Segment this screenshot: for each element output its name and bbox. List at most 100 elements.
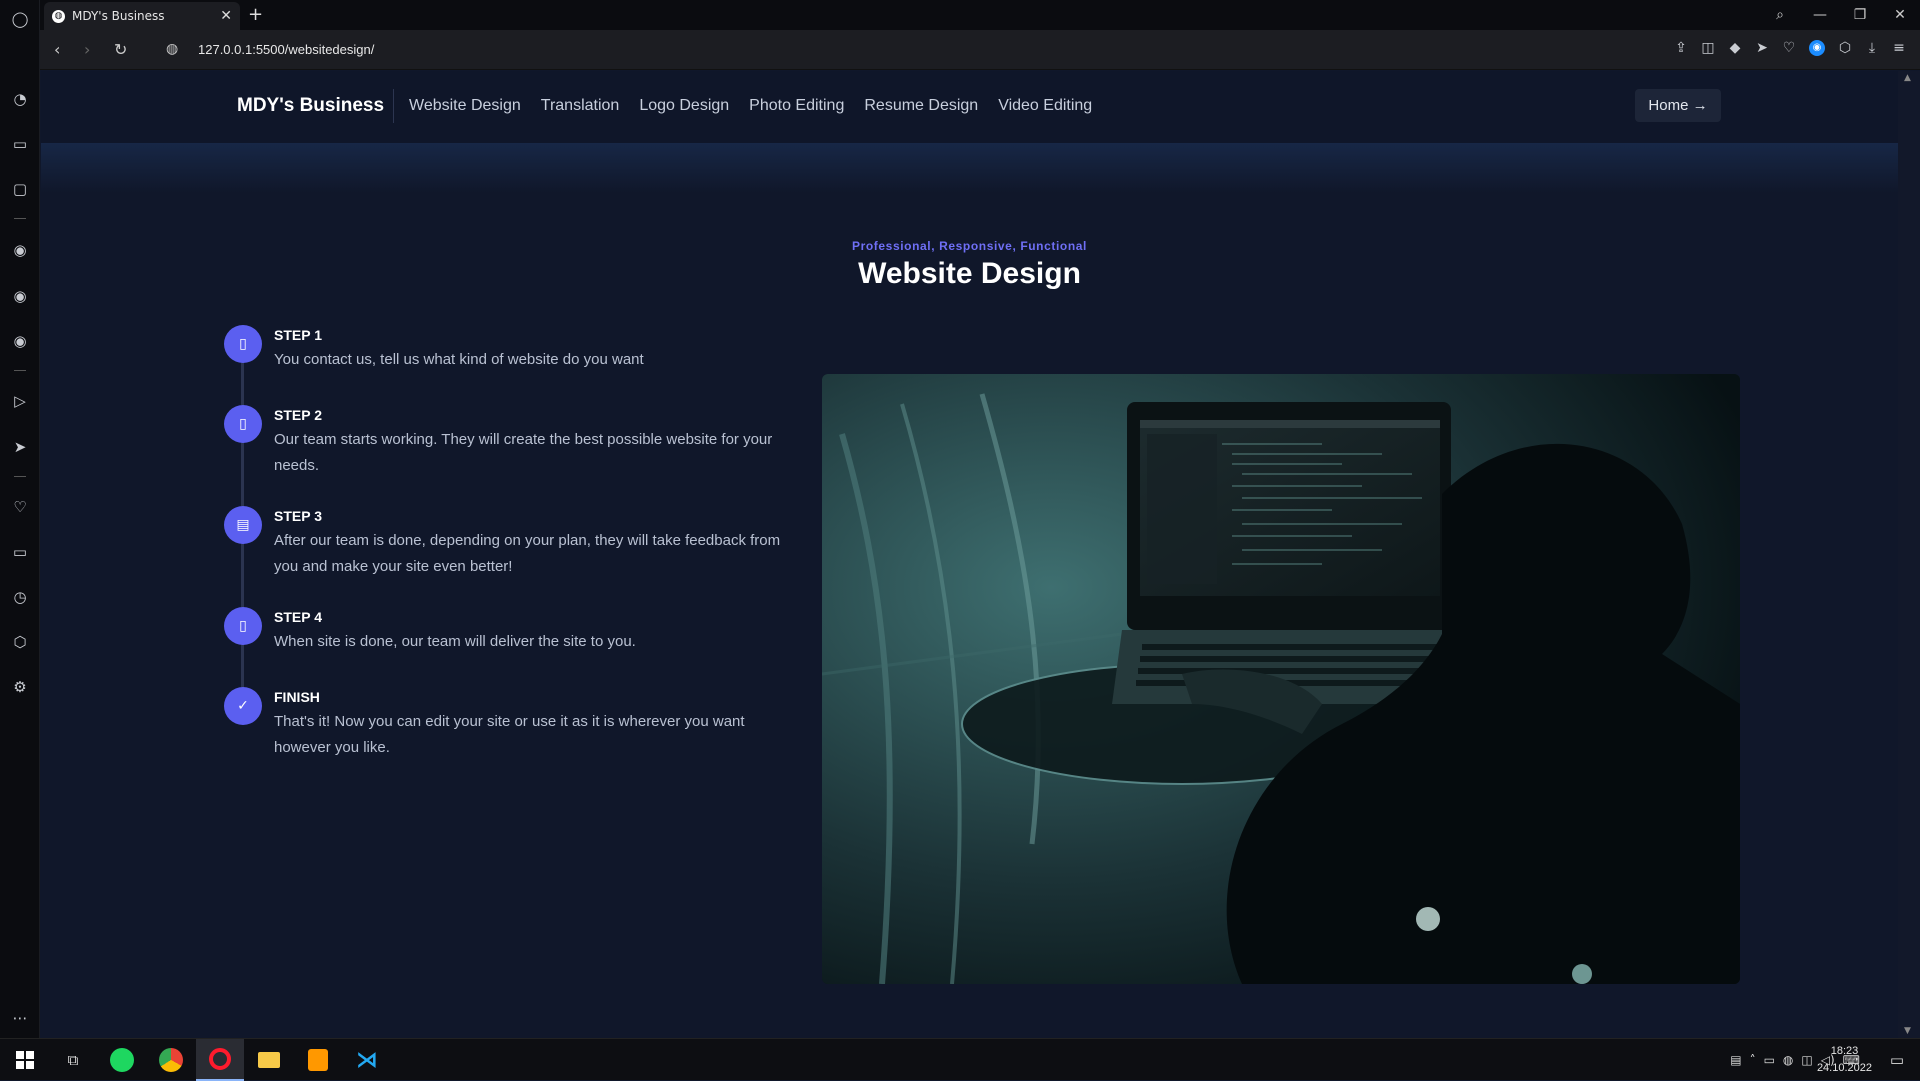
windows-start-icon[interactable]	[16, 1051, 34, 1069]
search-icon[interactable]: ⌕	[1760, 7, 1800, 23]
nav-video-editing[interactable]: Video Editing	[998, 97, 1092, 115]
step-3: ▤ STEP 3 After our team is done, dependi…	[224, 506, 780, 607]
whatsapp-icon[interactable]: ◉	[10, 286, 30, 306]
adblock-shield-icon[interactable]: ◆	[1728, 40, 1742, 56]
clock-time: 18:23	[1830, 1045, 1859, 1057]
taskbar-clock[interactable]: 18:23 24.10.2022	[1817, 1043, 1872, 1077]
site-header: MDY's Business Website Design Translatio…	[41, 71, 1898, 143]
step-text: You contact us, tell us what kind of web…	[274, 351, 644, 368]
address-bar-actions: ⇪ ◫ ◆ ➤ ♡ ◉ ⬡ ⤓ ≡	[1674, 40, 1906, 56]
timeline-line	[241, 643, 244, 687]
send-icon[interactable]: ➤	[1755, 40, 1769, 56]
brand-logo[interactable]: MDY's Business	[237, 95, 384, 117]
timeline-line	[241, 542, 244, 607]
sidebar-divider	[14, 218, 26, 219]
minimize-icon[interactable]: —	[1800, 7, 1840, 23]
opera-icon[interactable]	[196, 1039, 244, 1081]
extensions-icon[interactable]: ⬡	[1838, 40, 1852, 56]
opera-logo-icon[interactable]: ◯	[10, 9, 30, 29]
windows-taskbar: ⧉ ⋊ ▤ ˄ ▭ ◍ ◫ ◁) ⌨ 18:23 24.10.2022 ▭	[0, 1038, 1920, 1081]
send-icon[interactable]: ➤	[10, 437, 30, 457]
site-info-icon[interactable]: ◍	[166, 41, 178, 57]
laptop-photo-illustration	[822, 374, 1740, 984]
step-text: That's it! Now you can edit your site or…	[274, 713, 745, 756]
messenger-icon[interactable]: ◉	[10, 240, 30, 260]
page-title: Website Design	[858, 257, 1081, 290]
square-icon: ▯	[224, 607, 262, 645]
url-field[interactable]: 127.0.0.1:5500/websitedesign/	[198, 42, 374, 57]
nav-logo-design[interactable]: Logo Design	[639, 97, 729, 115]
clipboard-icon: ▤	[224, 506, 262, 544]
tabs-icon[interactable]: ▭	[10, 542, 30, 562]
nav-photo-editing[interactable]: Photo Editing	[749, 97, 844, 115]
steps-timeline: ▯ STEP 1 You contact us, tell us what ki…	[224, 325, 780, 767]
extensions-icon[interactable]: ⬡	[10, 632, 30, 652]
scroll-down-icon[interactable]: ▼	[1904, 1026, 1911, 1036]
clock-date: 24.10.2022	[1816, 1062, 1872, 1074]
chevron-up-icon[interactable]: ˄	[1750, 1053, 1756, 1067]
spotify-icon[interactable]	[98, 1039, 146, 1081]
tab-active[interactable]: ◍ MDY's Business ✕	[44, 2, 240, 30]
camera-icon[interactable]: ◫	[1701, 40, 1715, 56]
vscode-icon[interactable]: ⋊	[343, 1039, 391, 1081]
more-icon[interactable]: ⋯	[10, 1008, 30, 1028]
timeline-line	[241, 361, 244, 405]
network-icon[interactable]: ◍	[1783, 1053, 1793, 1067]
main-nav: Website Design Translation Logo Design P…	[409, 97, 1092, 115]
tab-title: MDY's Business	[72, 9, 165, 23]
browser-sidebar: ◯ ◔ ▭ ▢ ◉ ◉ ◉ ▷ ➤ ♡ ▭ ◷ ⬡ ⚙ ⋯	[0, 0, 40, 1038]
window-controls: ⌕ — ❐ ✕	[1760, 0, 1920, 30]
shopping-bag-icon[interactable]: ▭	[10, 134, 30, 154]
speed-dial-icon[interactable]: ◔	[10, 89, 30, 109]
player-icon[interactable]: ▷	[10, 391, 30, 411]
page-scrollbar[interactable]: ▲ ▼	[1898, 71, 1920, 1038]
forward-icon[interactable]: ›	[84, 40, 90, 59]
step-title: STEP 4	[274, 609, 322, 625]
step-title: STEP 1	[274, 327, 322, 343]
globe-icon: ◍	[52, 9, 65, 23]
sidebar-divider	[14, 370, 26, 371]
nav-resume-design[interactable]: Resume Design	[864, 97, 978, 115]
close-icon[interactable]: ✕	[220, 8, 232, 24]
page-content: MDY's Business Website Design Translatio…	[41, 71, 1898, 1038]
task-view-icon[interactable]: ⧉	[49, 1039, 97, 1081]
step-title: STEP 2	[274, 407, 322, 423]
chrome-icon[interactable]	[147, 1039, 195, 1081]
menu-icon[interactable]: ≡	[1892, 40, 1906, 56]
home-button[interactable]: Home →	[1635, 89, 1721, 122]
download-icon[interactable]: ⤓	[1865, 40, 1879, 56]
twitch-icon[interactable]: ▢	[10, 179, 30, 199]
step-text: When site is done, our team will deliver…	[274, 633, 636, 650]
address-bar: ‹ › ↻ ◍ 127.0.0.1:5500/websitedesign/ ⇪ …	[40, 30, 1920, 70]
square-icon: ▯	[224, 405, 262, 443]
square-icon: ▯	[224, 325, 262, 363]
sublime-text-icon[interactable]	[294, 1039, 342, 1081]
heart-icon[interactable]: ♡	[10, 497, 30, 517]
back-icon[interactable]: ‹	[54, 40, 60, 59]
heart-icon[interactable]: ♡	[1782, 40, 1796, 56]
step-finish: ✓ FINISH That's it! Now you can edit you…	[224, 687, 764, 767]
battery-icon[interactable]: ▭	[1764, 1053, 1775, 1067]
scroll-up-icon[interactable]: ▲	[1904, 73, 1911, 83]
news-icon[interactable]: ▤	[1730, 1053, 1741, 1067]
close-window-icon[interactable]: ✕	[1880, 7, 1920, 23]
step-4: ▯ STEP 4 When site is done, our team wil…	[224, 607, 764, 687]
notification-icon[interactable]: ▭	[1890, 1051, 1904, 1069]
share-icon[interactable]: ⇪	[1674, 40, 1688, 56]
tab-bar: ◍ MDY's Business ✕ + ⌕ — ❐ ✕	[40, 0, 1920, 30]
step-text: After our team is done, depending on you…	[274, 532, 781, 575]
camera-icon[interactable]: ◫	[1801, 1053, 1812, 1067]
new-tab-button[interactable]: +	[248, 4, 263, 25]
step-title: FINISH	[274, 689, 320, 705]
header-glow	[41, 143, 1898, 193]
step-2: ▯ STEP 2 Our team starts working. They w…	[224, 405, 772, 506]
vpn-icon[interactable]: ◉	[1809, 40, 1825, 56]
nav-website-design[interactable]: Website Design	[409, 97, 521, 115]
reload-icon[interactable]: ↻	[114, 40, 127, 59]
settings-icon[interactable]: ⚙	[10, 677, 30, 697]
nav-translation[interactable]: Translation	[541, 97, 620, 115]
history-icon[interactable]: ◷	[10, 587, 30, 607]
restore-icon[interactable]: ❐	[1840, 7, 1880, 23]
file-explorer-icon[interactable]	[245, 1039, 293, 1081]
twitter-icon[interactable]: ◉	[10, 331, 30, 351]
